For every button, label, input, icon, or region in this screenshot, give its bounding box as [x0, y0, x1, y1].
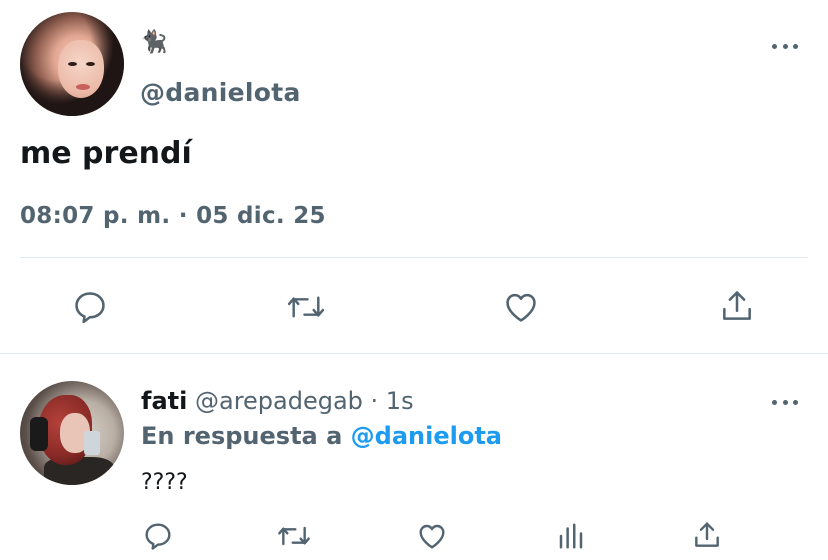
more-options-icon[interactable]	[772, 40, 798, 52]
reply-display-name[interactable]: fati	[141, 387, 187, 415]
share-icon	[723, 291, 751, 320]
reply-icon	[145, 523, 171, 550]
more-options-icon[interactable]	[772, 396, 798, 408]
reply-header: fati @arepadegab · 1s	[141, 387, 414, 415]
tweet-timestamp[interactable]: 08:07 p. m. · 05 dic. 25	[20, 203, 326, 229]
tweet-text: me prendí	[20, 136, 192, 171]
replying-to-label: En respuesta a	[141, 422, 343, 450]
avatar[interactable]	[20, 12, 124, 116]
share-button[interactable]	[688, 516, 726, 554]
like-icon	[419, 524, 445, 549]
reply-handle-time[interactable]: @arepadegab · 1s	[195, 387, 414, 415]
share-icon	[695, 522, 719, 547]
main-tweet: 🐈‍⬛ @danielota me prendí 08:07 p. m. · 0…	[0, 0, 828, 350]
reply-action-bar	[0, 516, 828, 556]
like-button[interactable]	[500, 287, 542, 327]
tweet-action-bar	[0, 282, 828, 330]
reply-button[interactable]	[140, 518, 176, 554]
reply-text: ????	[141, 470, 188, 495]
retweet-icon	[287, 296, 325, 318]
mention-link[interactable]: @danielota	[351, 422, 502, 450]
retweet-button[interactable]	[286, 287, 326, 327]
reply-icon	[75, 292, 105, 324]
analytics-button[interactable]	[553, 518, 589, 554]
retweet-icon	[278, 526, 310, 546]
like-icon	[506, 293, 536, 322]
retweet-button[interactable]	[276, 518, 312, 554]
reply-button[interactable]	[70, 287, 110, 327]
reply-tweet[interactable]: fati @arepadegab · 1s En respuesta a @da…	[0, 354, 828, 560]
divider	[20, 257, 808, 258]
share-button[interactable]	[716, 285, 758, 327]
analytics-icon	[559, 523, 583, 549]
display-name[interactable]: 🐈‍⬛	[140, 30, 167, 56]
like-button[interactable]	[414, 518, 450, 554]
replying-to: En respuesta a @danielota	[141, 422, 502, 450]
user-handle[interactable]: @danielota	[140, 78, 301, 107]
avatar[interactable]	[20, 381, 124, 485]
